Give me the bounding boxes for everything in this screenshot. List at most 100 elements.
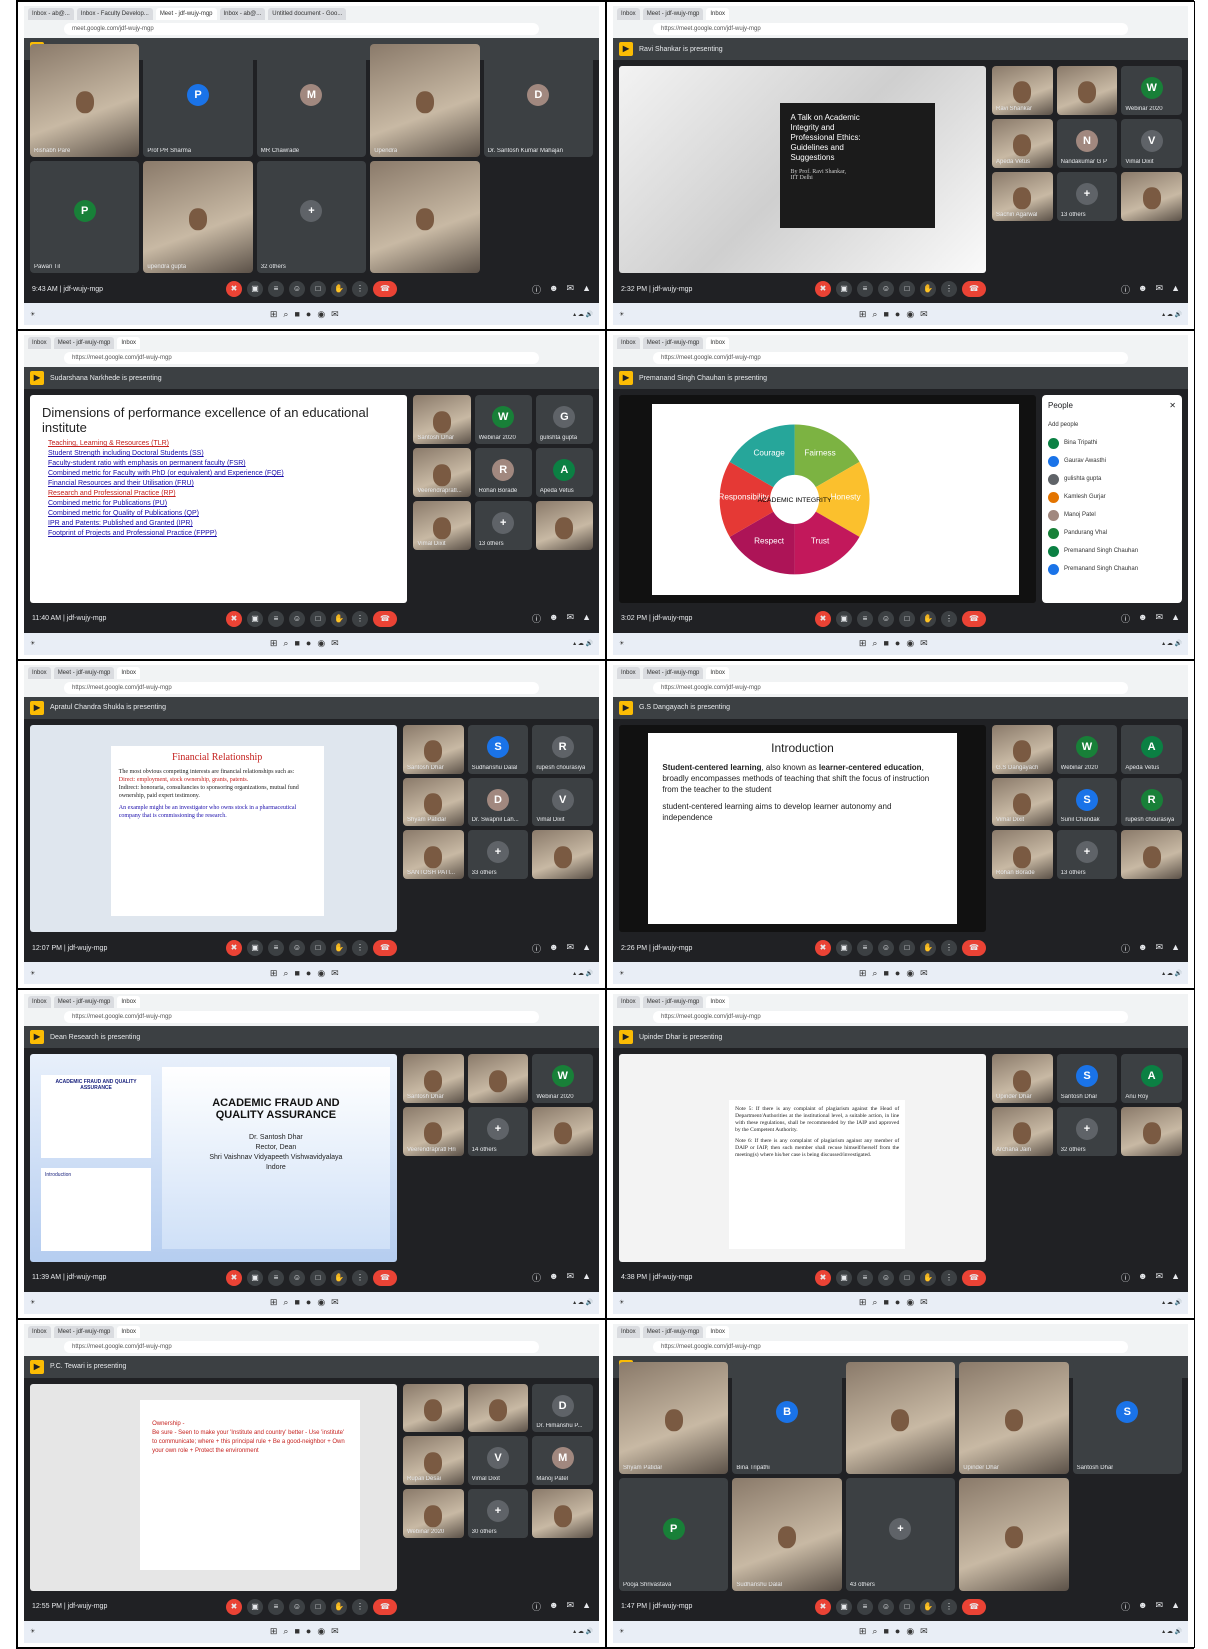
file-explorer-icon[interactable]: ■	[883, 1297, 888, 1308]
browser-tab[interactable]: Inbox - ab@...	[28, 8, 74, 20]
chrome-icon[interactable]: ◉	[317, 638, 325, 649]
address-bar[interactable]: https://meet.google.com/jdf-wujy-mgp	[64, 1011, 539, 1024]
system-tray[interactable]: ▴ ☁ 🔊	[1162, 1628, 1182, 1635]
participant-tile[interactable]: W Webinar 2020	[532, 1054, 593, 1104]
system-tray[interactable]: ▴ ☁ 🔊	[573, 970, 593, 977]
people-list-item[interactable]: Pandurang Vhal	[1048, 524, 1176, 542]
participant-tile[interactable]: Rishabh Pare	[30, 44, 140, 157]
people-icon[interactable]: ☻	[549, 942, 558, 955]
camera-icon[interactable]: ▣	[247, 1269, 263, 1286]
camera-icon[interactable]: ▣	[247, 940, 263, 957]
windows-start-icon[interactable]: ⊞	[270, 309, 278, 320]
file-explorer-icon[interactable]: ■	[294, 1297, 299, 1308]
participant-tile[interactable]: +14 others	[467, 1107, 529, 1156]
participant-tile[interactable]: D Dr. Himanshu P...	[532, 1383, 593, 1433]
camera-icon[interactable]: ▣	[836, 281, 852, 298]
info-icon[interactable]: ⓘ	[532, 1600, 541, 1613]
participant-tile[interactable]: Shyam Patidar	[403, 777, 464, 827]
browser-tab[interactable]: Meet - jdf-wujy-mgp	[642, 8, 704, 20]
participant-tile[interactable]: Shyam Patidar	[619, 1361, 729, 1475]
mail-icon[interactable]: ✉	[331, 309, 339, 320]
participant-tile[interactable]: +13 others	[474, 501, 532, 550]
end-call-button[interactable]: ☎	[373, 281, 397, 298]
address-bar[interactable]: https://meet.google.com/jdf-wujy-mgp	[64, 1340, 539, 1353]
browser-tab[interactable]: Inbox	[117, 337, 141, 350]
captions-icon[interactable]: ≡	[268, 610, 284, 627]
mic-off-icon[interactable]: ✖	[815, 281, 831, 298]
participant-tile[interactable]: W Webinar 2020	[1121, 66, 1182, 115]
windows-start-icon[interactable]: ⊞	[270, 638, 278, 649]
raise-hand-icon[interactable]: ✋	[920, 1598, 936, 1615]
present-icon[interactable]: □	[899, 1269, 915, 1286]
raise-hand-icon[interactable]: ✋	[920, 281, 936, 298]
participant-tile[interactable]: SANTOSH PATI...	[403, 830, 464, 880]
chat-icon[interactable]: ✉	[1156, 1600, 1164, 1613]
edge-icon[interactable]: ●	[306, 638, 311, 649]
windows-start-icon[interactable]: ⊞	[859, 638, 867, 649]
camera-icon[interactable]: ▣	[836, 1269, 852, 1286]
participant-tile[interactable]: +32 others	[1056, 1107, 1118, 1156]
search-icon[interactable]: ⌕	[283, 638, 288, 649]
participant-tile[interactable]	[1121, 1107, 1182, 1156]
file-explorer-icon[interactable]: ■	[294, 1626, 299, 1637]
search-icon[interactable]: ⌕	[283, 309, 288, 320]
close-icon[interactable]: ✕	[1169, 401, 1176, 410]
file-explorer-icon[interactable]: ■	[883, 1626, 888, 1637]
participant-tile[interactable]: +13 others	[1056, 830, 1118, 880]
participant-tile[interactable]: W Webinar 2020	[1056, 724, 1118, 774]
camera-icon[interactable]: ▣	[836, 940, 852, 957]
more-options-icon[interactable]: ⋮	[352, 610, 368, 627]
people-icon[interactable]: ☻	[549, 1600, 558, 1613]
people-list-item[interactable]: gulishta gupta	[1048, 470, 1176, 488]
chrome-icon[interactable]: ◉	[317, 1297, 325, 1308]
browser-tab[interactable]: Inbox	[617, 1325, 640, 1338]
search-icon[interactable]: ⌕	[872, 1626, 877, 1637]
windows-start-icon[interactable]: ⊞	[270, 1297, 278, 1308]
raise-hand-icon[interactable]: ✋	[920, 1269, 936, 1286]
browser-tab[interactable]: Meet - jdf-wujy-mgp	[53, 337, 115, 350]
participant-tile[interactable]: upendra gupta	[143, 160, 253, 274]
browser-tab[interactable]: Meet - jdf-wujy-mgp	[53, 996, 115, 1009]
participant-tile[interactable]: Rrupesh chourasiya	[1121, 777, 1182, 827]
activities-icon[interactable]: ▲	[1171, 1600, 1180, 1613]
browser-tab[interactable]: Meet - jdf-wujy-mgp	[53, 1325, 115, 1338]
participant-tile[interactable]	[1056, 66, 1118, 115]
chat-icon[interactable]: ✉	[1156, 283, 1164, 296]
chrome-icon[interactable]: ◉	[906, 1626, 914, 1637]
chat-icon[interactable]: ✉	[567, 1600, 575, 1613]
search-icon[interactable]: ⌕	[283, 1297, 288, 1308]
chrome-icon[interactable]: ◉	[317, 309, 325, 320]
browser-tab[interactable]: Inbox	[706, 666, 730, 679]
search-icon[interactable]: ⌕	[872, 309, 877, 320]
end-call-button[interactable]: ☎	[373, 610, 397, 627]
participant-tile[interactable]	[959, 1478, 1069, 1591]
people-list-item[interactable]: Gaurav Awasthi	[1048, 452, 1176, 470]
captions-icon[interactable]: ≡	[857, 281, 873, 298]
camera-icon[interactable]: ▣	[836, 1598, 852, 1615]
participant-tile[interactable]: M Manoj Patel	[532, 1436, 593, 1486]
chat-icon[interactable]: ✉	[567, 283, 575, 296]
participant-tile[interactable]	[532, 1489, 593, 1539]
browser-tab[interactable]: Inbox - ab@...	[219, 8, 266, 20]
info-icon[interactable]: ⓘ	[532, 942, 541, 955]
end-call-button[interactable]: ☎	[962, 610, 986, 627]
raise-hand-icon[interactable]: ✋	[331, 610, 347, 627]
present-icon[interactable]: □	[899, 281, 915, 298]
camera-icon[interactable]: ▣	[247, 610, 263, 627]
present-icon[interactable]: □	[899, 1598, 915, 1615]
participant-tile[interactable]	[403, 1383, 464, 1433]
participant-tile[interactable]: Upendra	[370, 44, 480, 157]
info-icon[interactable]: ⓘ	[532, 612, 541, 625]
participant-tile[interactable]: P Pooja Shrivastava	[619, 1478, 729, 1591]
file-explorer-icon[interactable]: ■	[883, 638, 888, 649]
end-call-button[interactable]: ☎	[962, 281, 986, 298]
chrome-icon[interactable]: ◉	[906, 309, 914, 320]
chrome-icon[interactable]: ◉	[317, 968, 325, 979]
chrome-icon[interactable]: ◉	[906, 1297, 914, 1308]
mail-icon[interactable]: ✉	[920, 968, 928, 979]
participant-tile[interactable]: Archana Jain	[992, 1107, 1053, 1156]
participant-tile[interactable]: Apeda Vetus	[992, 118, 1053, 168]
info-icon[interactable]: ⓘ	[1121, 612, 1130, 625]
address-bar[interactable]: https://meet.google.com/jdf-wujy-mgp	[653, 352, 1128, 365]
raise-hand-icon[interactable]: ✋	[331, 281, 347, 298]
